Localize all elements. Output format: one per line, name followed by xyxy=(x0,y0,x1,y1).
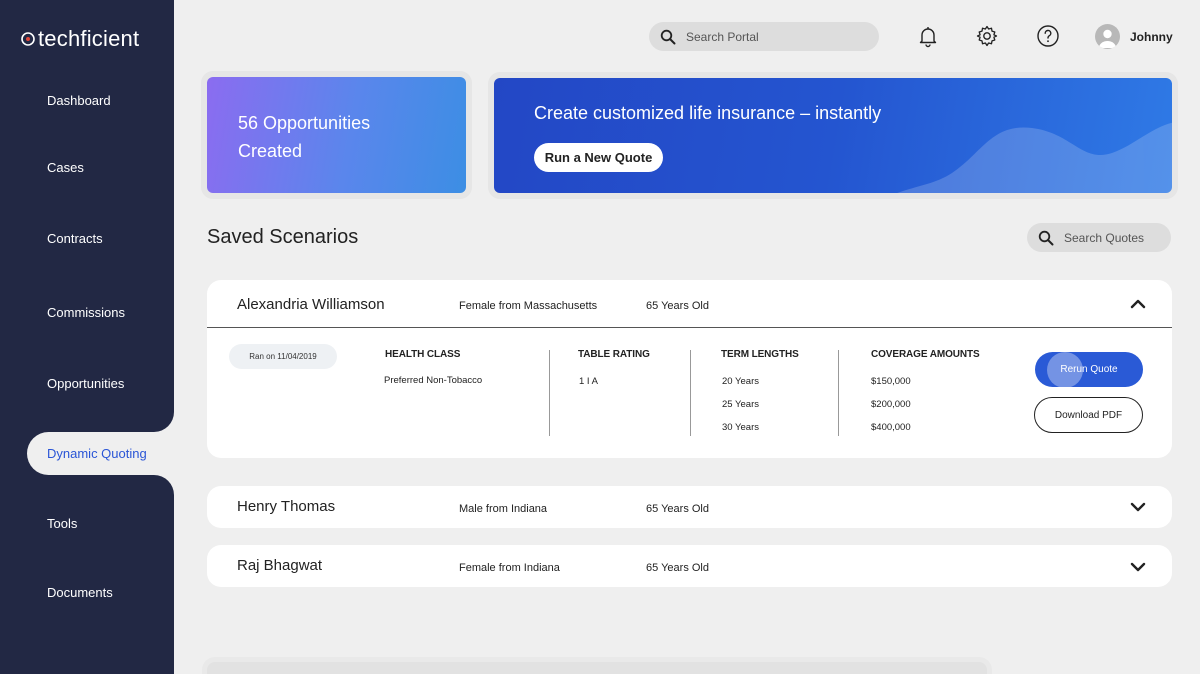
coverage-amount-value: $150,000 xyxy=(871,376,911,387)
opportunities-count-text: 56 Opportunities Created xyxy=(238,113,371,161)
sidebar-item-documents[interactable]: Documents xyxy=(47,585,113,600)
sidebar: techficient Dashboard Cases Contracts Co… xyxy=(0,0,174,674)
sidebar-item-commissions[interactable]: Commissions xyxy=(47,305,125,320)
user-name[interactable]: Johnny xyxy=(1130,30,1173,44)
sidebar-item-label: Dynamic Quoting xyxy=(47,446,147,461)
column-divider xyxy=(838,350,839,436)
ran-on-badge: Ran on 11/04/2019 xyxy=(229,344,337,369)
user-icon xyxy=(1099,29,1116,48)
rerun-quote-label: Rerun Quote xyxy=(1060,364,1118,375)
rerun-quote-button[interactable]: Rerun Quote xyxy=(1035,352,1143,388)
scenario-card-expanded: Alexandria Williamson Female from Massac… xyxy=(207,280,1172,458)
term-length-value: 25 Years xyxy=(722,399,759,410)
search-icon xyxy=(1038,230,1054,245)
term-length-value: 20 Years xyxy=(722,376,759,387)
scenario-name: Henry Thomas xyxy=(237,498,336,515)
scenario-card[interactable]: Raj Bhagwat Female from Indiana 65 Years… xyxy=(207,545,1172,587)
help-icon[interactable] xyxy=(1036,24,1060,48)
run-new-quote-button[interactable]: Run a New Quote xyxy=(534,143,663,172)
term-lengths-header: TERM LENGTHS xyxy=(721,349,799,360)
logo-icon xyxy=(21,32,35,46)
chevron-up-icon[interactable] xyxy=(1129,295,1147,313)
sidebar-item-cases[interactable]: Cases xyxy=(47,160,84,175)
cloud-decoration xyxy=(897,122,1172,193)
sidebar-item-tools[interactable]: Tools xyxy=(47,516,77,531)
scenario-description: Male from Indiana xyxy=(459,503,548,515)
search-portal-placeholder: Search Portal xyxy=(686,29,759,44)
search-portal-input[interactable]: Search Portal xyxy=(649,22,879,51)
scenario-age: 65 Years Old xyxy=(646,503,709,515)
download-pdf-button[interactable]: Download PDF xyxy=(1034,397,1143,433)
divider xyxy=(207,327,1172,328)
scenario-age: 65 Years Old xyxy=(646,562,709,574)
scenario-name: Alexandria Williamson xyxy=(237,296,385,313)
sidebar-item-dynamic-quoting[interactable]: Dynamic Quoting xyxy=(27,432,187,475)
active-tab-curve-bottom xyxy=(154,475,174,495)
health-class-header: HEALTH CLASS xyxy=(385,349,461,360)
active-tab-curve-top xyxy=(154,412,174,432)
column-divider xyxy=(690,350,691,436)
bell-icon[interactable] xyxy=(916,24,940,48)
sidebar-item-dashboard[interactable]: Dashboard xyxy=(47,93,111,108)
search-quotes-input[interactable]: Search Quotes xyxy=(1027,223,1171,252)
saved-scenarios-title: Saved Scenarios xyxy=(207,226,359,248)
term-length-value: 30 Years xyxy=(722,422,759,433)
scenario-name: Raj Bhagwat xyxy=(237,557,323,574)
opportunities-card: 56 Opportunities Created xyxy=(207,77,466,193)
new-quote-headline: Create customized life insurance – insta… xyxy=(534,103,882,123)
table-rating-value: 1 I A xyxy=(579,376,599,387)
scenario-age: 65 Years Old xyxy=(646,300,709,312)
new-quote-banner: Create customized life insurance – insta… xyxy=(494,78,1172,193)
coverage-amount-value: $400,000 xyxy=(871,422,911,433)
search-quotes-placeholder: Search Quotes xyxy=(1064,230,1145,245)
brand-logo[interactable]: techficient xyxy=(20,26,139,52)
sidebar-item-contracts[interactable]: Contracts xyxy=(47,231,103,246)
brand-name: techficient xyxy=(38,26,140,51)
faded-panel xyxy=(207,662,987,674)
avatar[interactable] xyxy=(1095,24,1120,49)
coverage-amounts-header: COVERAGE AMOUNTS xyxy=(871,349,980,360)
chevron-down-icon[interactable] xyxy=(1129,558,1147,576)
coverage-amount-value: $200,000 xyxy=(871,399,911,410)
scenario-description: Female from Indiana xyxy=(459,562,560,574)
scenario-description: Female from Massachusetts xyxy=(459,300,598,312)
scenario-card[interactable]: Henry Thomas Male from Indiana 65 Years … xyxy=(207,486,1172,528)
sidebar-item-opportunities[interactable]: Opportunities xyxy=(47,376,124,391)
health-class-value: Preferred Non-Tobacco xyxy=(384,375,483,386)
table-rating-header: TABLE RATING xyxy=(578,349,650,360)
gear-icon[interactable] xyxy=(975,24,999,48)
chevron-down-icon[interactable] xyxy=(1129,498,1147,516)
column-divider xyxy=(549,350,550,436)
search-icon xyxy=(660,29,676,44)
